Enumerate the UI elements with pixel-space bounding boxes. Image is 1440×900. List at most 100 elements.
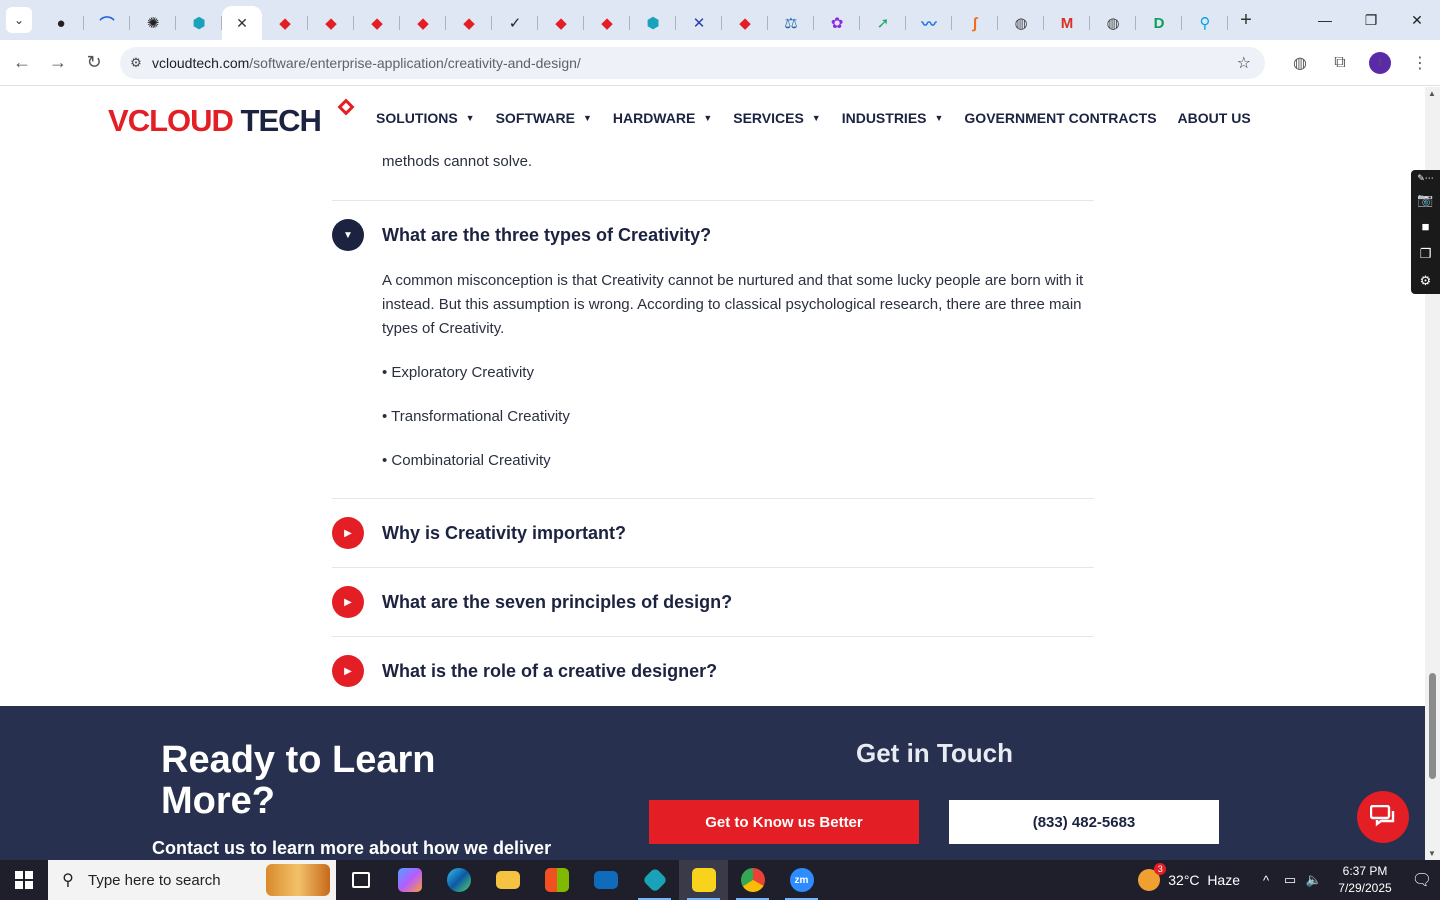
faq-divider bbox=[332, 567, 1094, 568]
address-bar[interactable]: ⚙ vcloudtech.com/software/enterprise-app… bbox=[120, 47, 1265, 79]
browser-tab[interactable]: ◆ bbox=[722, 6, 768, 40]
faq-question-creative-designer[interactable]: ▶ What is the role of a creative designe… bbox=[332, 653, 1094, 689]
bookmark-star-icon[interactable]: ☆ bbox=[1237, 53, 1251, 73]
browser-tab[interactable]: ✿ bbox=[814, 6, 860, 40]
browser-tab[interactable]: ◆ bbox=[400, 6, 446, 40]
browser-tab[interactable]: M bbox=[1044, 6, 1090, 40]
nav-item-industries[interactable]: INDUSTRIES ▼ bbox=[842, 110, 944, 126]
edge-icon[interactable] bbox=[434, 860, 483, 900]
copilot-icon[interactable] bbox=[385, 860, 434, 900]
restore-icon[interactable]: ❐ bbox=[1348, 0, 1394, 40]
browser-tab[interactable]: ◆ bbox=[262, 6, 308, 40]
camera-icon[interactable]: 📷 bbox=[1417, 186, 1433, 213]
browser-tab[interactable]: ◆ bbox=[308, 6, 354, 40]
profile-avatar[interactable]: t bbox=[1369, 52, 1391, 74]
browser-tab-active[interactable]: ✕ bbox=[222, 6, 262, 40]
system-tray: 3 32°C Haze ^ ▭ 🔈 6:37 PM 7/29/2025 🗨 bbox=[1138, 860, 1440, 900]
browser-tab[interactable]: ✺ bbox=[130, 6, 176, 40]
browser-tab[interactable]: ● bbox=[38, 6, 84, 40]
browser-tab-strip: ⌄ ● ⌒ ✺ ⬢ ✕ ◆ ◆ ◆ ◆ ◆ ✓ ◆ ◆ ⬢ ✕ ◆ ⚖ ✿ ➚ 〰 ∫ ◍ M ◍ D ⚲ + — ❐ ✕ bbox=[0, 0, 1440, 40]
browser-tab[interactable]: D bbox=[1136, 6, 1182, 40]
site-header: VCLOUD TECH SOLUTIONS ▼ SOFTWARE ▼ HARDWARE ▼… bbox=[0, 87, 1425, 149]
windows-logo-icon bbox=[15, 871, 33, 889]
check-icon: ✓ bbox=[508, 15, 522, 32]
get-to-know-us-button[interactable]: Get to Know us Better bbox=[649, 800, 919, 844]
nav-item-government-contracts[interactable]: GOVERNMENT CONTRACTS bbox=[964, 110, 1156, 126]
site-info-icon[interactable]: ⚙ bbox=[120, 55, 152, 71]
browser-tab[interactable]: ✓ bbox=[492, 6, 538, 40]
nav-item-solutions[interactable]: SOLUTIONS ▼ bbox=[376, 110, 475, 126]
taskbar-search[interactable]: ⚲ Type here to search bbox=[48, 860, 336, 900]
translate-icon[interactable]: ◍ bbox=[1280, 53, 1320, 73]
minimize-icon[interactable]: — bbox=[1302, 0, 1348, 40]
url-text[interactable]: vcloudtech.com/software/enterprise-appli… bbox=[152, 55, 581, 71]
page-viewport: VCLOUD TECH SOLUTIONS ▼ SOFTWARE ▼ HARDWARE ▼… bbox=[0, 87, 1425, 860]
zoom-icon[interactable]: zm bbox=[777, 860, 826, 900]
site-logo[interactable]: VCLOUD TECH bbox=[108, 97, 358, 143]
faq-question-seven-principles[interactable]: ▶ What are the seven principles of desig… bbox=[332, 584, 1094, 620]
pin-icon[interactable]: ✎⋯ bbox=[1417, 170, 1434, 186]
faq-divider bbox=[332, 636, 1094, 637]
tab-search-icon[interactable]: ⌄ bbox=[6, 7, 32, 33]
window-icon[interactable]: ❐ bbox=[1420, 240, 1432, 267]
scroll-down-icon[interactable]: ▼ bbox=[1428, 849, 1436, 858]
faq-question-why-important[interactable]: ▶ Why is Creativity important? bbox=[332, 515, 1094, 551]
faq-question-open[interactable]: ▼ What are the three types of Creativity… bbox=[332, 217, 1094, 253]
gmail-icon: M bbox=[1060, 14, 1074, 32]
task-view-icon[interactable] bbox=[336, 860, 385, 900]
close-icon[interactable]: ✕ bbox=[236, 15, 248, 32]
file-explorer-icon[interactable] bbox=[483, 860, 532, 900]
scroll-up-icon[interactable]: ▲ bbox=[1428, 89, 1436, 98]
faq-bullet: • Exploratory Creativity bbox=[382, 364, 534, 381]
video-icon[interactable]: ■ bbox=[1422, 213, 1430, 240]
settings-gear-icon[interactable]: ⚙ bbox=[1420, 267, 1432, 294]
browser-menu-icon[interactable]: ⋮ bbox=[1400, 53, 1440, 73]
circle-dark-icon: ● bbox=[56, 14, 66, 32]
notifications-icon[interactable]: 🗨 bbox=[1404, 870, 1440, 890]
start-button[interactable] bbox=[0, 860, 48, 900]
browser-tab[interactable]: ⬢ bbox=[630, 6, 676, 40]
nav-item-about-us[interactable]: ABOUT US bbox=[1178, 110, 1251, 126]
chat-widget-button[interactable] bbox=[1357, 791, 1409, 843]
sticky-notes-icon[interactable] bbox=[679, 860, 728, 900]
chevron-up-icon[interactable]: ^ bbox=[1254, 873, 1278, 888]
browser-tab[interactable]: ◆ bbox=[446, 6, 492, 40]
nav-item-hardware[interactable]: HARDWARE ▼ bbox=[613, 110, 712, 126]
hex-app-icon[interactable] bbox=[630, 860, 679, 900]
scroll-thumb[interactable] bbox=[1429, 673, 1436, 779]
browser-tab[interactable]: ⚖ bbox=[768, 6, 814, 40]
nav-item-software[interactable]: SOFTWARE ▼ bbox=[496, 110, 592, 126]
browser-tab[interactable]: ⬢ bbox=[176, 6, 222, 40]
browser-tab[interactable]: ◆ bbox=[584, 6, 630, 40]
reload-icon[interactable]: ↻ bbox=[76, 45, 112, 81]
mail-icon[interactable] bbox=[581, 860, 630, 900]
browser-tab[interactable]: ✕ bbox=[676, 6, 722, 40]
browser-tab[interactable]: 〰 bbox=[906, 6, 952, 40]
weather-widget[interactable]: 3 32°C Haze bbox=[1138, 863, 1240, 891]
microsoft-store-icon[interactable] bbox=[532, 860, 581, 900]
network-icon[interactable]: ▭ bbox=[1278, 872, 1302, 888]
window-close-icon[interactable]: ✕ bbox=[1394, 0, 1440, 40]
red-diamond-icon: ◆ bbox=[279, 15, 291, 32]
nav-item-services[interactable]: SERVICES ▼ bbox=[733, 110, 820, 126]
volume-icon[interactable]: 🔈 bbox=[1302, 872, 1326, 888]
phone-button[interactable]: (833) 482-5683 bbox=[949, 800, 1219, 844]
chrome-icon[interactable] bbox=[728, 860, 777, 900]
new-tab-button[interactable]: + bbox=[1232, 6, 1260, 34]
extensions-icon[interactable]: ⧉ bbox=[1320, 54, 1360, 72]
chat-icon bbox=[1370, 805, 1395, 827]
browser-tab[interactable]: ◆ bbox=[538, 6, 584, 40]
browser-tab[interactable]: ◍ bbox=[998, 6, 1044, 40]
browser-tab[interactable]: ∫ bbox=[952, 6, 998, 40]
forward-icon[interactable]: → bbox=[40, 45, 76, 81]
back-icon[interactable]: ← bbox=[4, 45, 40, 81]
browser-tab[interactable]: ◍ bbox=[1090, 6, 1136, 40]
browser-tab[interactable]: ◆ bbox=[354, 6, 400, 40]
clock[interactable]: 6:37 PM 7/29/2025 bbox=[1326, 863, 1404, 897]
play-icon: ▶ bbox=[332, 655, 364, 687]
browser-tab[interactable]: ⚲ bbox=[1182, 6, 1228, 40]
faq-answer: A common misconception is that Creativit… bbox=[382, 272, 1084, 337]
browser-tab[interactable]: ⌒ bbox=[84, 6, 130, 40]
red-diamond-icon: ◆ bbox=[601, 15, 613, 32]
browser-tab[interactable]: ➚ bbox=[860, 6, 906, 40]
